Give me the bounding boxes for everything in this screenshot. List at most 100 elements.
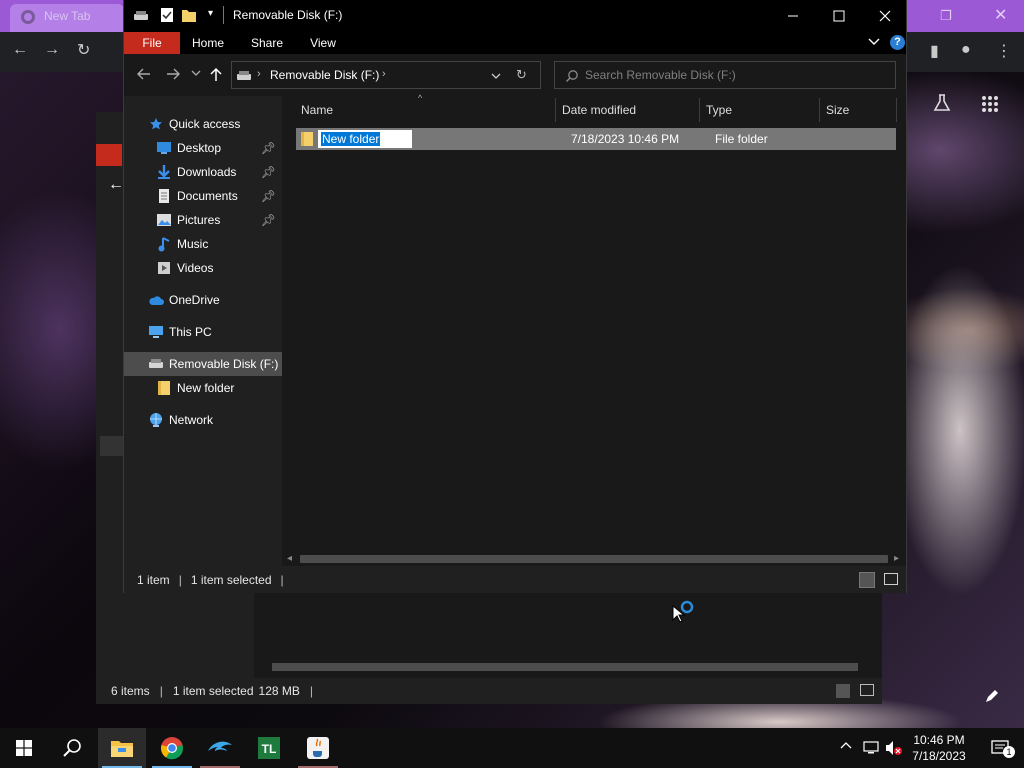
- rename-input[interactable]: New folder: [318, 130, 412, 148]
- pin-icon[interactable]: 📌︎: [261, 141, 276, 155]
- profile-icon[interactable]: ●: [961, 41, 971, 59]
- background-scroll-thumb[interactable]: [272, 663, 858, 671]
- title-bar[interactable]: ▾ Removable Disk (F:): [124, 0, 906, 32]
- search-box[interactable]: [554, 61, 896, 89]
- nav-item-network[interactable]: Network: [124, 408, 282, 432]
- pen-icon[interactable]: [984, 688, 1000, 704]
- folder-icon: [156, 380, 172, 396]
- drive-icon: [133, 10, 149, 22]
- apps-grid-icon[interactable]: [980, 94, 1000, 114]
- network-status-icon[interactable]: [863, 740, 879, 756]
- ribbon-tab-file[interactable]: File: [124, 32, 180, 54]
- horizontal-scrollbar[interactable]: ◂ ▸: [282, 552, 906, 566]
- breadcrumb-separator-icon[interactable]: ›: [257, 68, 261, 80]
- taskbar-chrome[interactable]: [148, 728, 196, 768]
- nav-item-videos[interactable]: Videos: [124, 256, 282, 280]
- properties-quick-icon[interactable]: [160, 7, 174, 23]
- address-bar[interactable]: › Removable Disk (F:) › ↻: [231, 61, 541, 89]
- refresh-icon[interactable]: ↻: [516, 67, 527, 83]
- pin-icon[interactable]: 📌︎: [261, 213, 276, 227]
- large-icons-view-icon[interactable]: [860, 684, 874, 696]
- breadcrumb-chevron-icon[interactable]: ›: [382, 68, 386, 80]
- picture-icon: [156, 212, 172, 228]
- action-center-button[interactable]: 1: [976, 728, 1024, 768]
- customize-quick-access-icon[interactable]: ▾: [208, 8, 213, 19]
- taskbar-dolphin-emulator[interactable]: [196, 728, 244, 768]
- up-button[interactable]: [208, 66, 224, 82]
- recent-locations-button[interactable]: [191, 68, 201, 78]
- nav-label: New folder: [177, 381, 235, 395]
- browser-tab[interactable]: New Tab: [10, 4, 124, 32]
- column-header-date-modified[interactable]: Date modified: [562, 98, 692, 122]
- maximize-button[interactable]: [816, 0, 862, 32]
- new-folder-quick-icon[interactable]: [181, 7, 197, 23]
- taskbar-java[interactable]: [294, 728, 342, 768]
- taskbar-file-explorer[interactable]: [98, 728, 146, 768]
- reload-icon[interactable]: ↻: [77, 40, 90, 60]
- back-button[interactable]: [136, 66, 152, 82]
- ribbon-tab-home[interactable]: Home: [186, 32, 230, 54]
- start-button[interactable]: [0, 728, 48, 768]
- column-divider[interactable]: [699, 98, 700, 122]
- file-date-modified: 7/18/2023 10:46 PM: [571, 132, 680, 146]
- close-icon[interactable]: ✕: [994, 5, 1007, 25]
- search-button[interactable]: [48, 728, 96, 768]
- nav-item-removable-disk[interactable]: Removable Disk (F:): [124, 352, 282, 376]
- address-path[interactable]: Removable Disk (F:): [270, 68, 379, 82]
- nav-item-desktop[interactable]: Desktop 📌︎: [124, 136, 282, 160]
- forward-arrow-icon[interactable]: →: [44, 41, 60, 59]
- large-icons-view-icon[interactable]: [884, 573, 898, 585]
- column-divider[interactable]: [896, 98, 897, 122]
- ribbon-tab-share[interactable]: Share: [244, 32, 290, 54]
- close-button[interactable]: [862, 0, 908, 32]
- ribbon-tab-view[interactable]: View: [302, 32, 344, 54]
- scroll-thumb[interactable]: [300, 555, 888, 563]
- details-view-icon[interactable]: [859, 572, 875, 588]
- status-bar: 1 item | 1 item selected |: [124, 566, 906, 593]
- scroll-right-icon[interactable]: ▸: [894, 553, 899, 564]
- forward-button[interactable]: [165, 66, 181, 82]
- svg-text:TL: TL: [262, 742, 277, 756]
- pin-icon[interactable]: 📌︎: [261, 189, 276, 203]
- column-header-name[interactable]: Name: [301, 98, 551, 122]
- cloud-icon: [148, 292, 164, 308]
- chevron-down-icon: [191, 70, 201, 76]
- nav-item-new-folder[interactable]: New folder: [124, 376, 282, 400]
- show-hidden-icons-button[interactable]: [840, 740, 852, 750]
- nav-item-this-pc[interactable]: This PC: [124, 320, 282, 344]
- nav-label: Pictures: [177, 213, 221, 227]
- column-header-size[interactable]: Size: [826, 98, 896, 122]
- expand-ribbon-icon[interactable]: [868, 36, 880, 46]
- restore-icon[interactable]: ❐: [940, 8, 952, 24]
- background-horizontal-scrollbar[interactable]: [254, 660, 882, 674]
- table-row[interactable]: New folder 7/18/2023 10:46 PM File folde…: [296, 128, 896, 150]
- scroll-left-icon[interactable]: ◂: [287, 553, 292, 564]
- help-icon[interactable]: ?: [890, 35, 905, 50]
- rename-text[interactable]: New folder: [321, 132, 381, 146]
- pin-icon[interactable]: 📌︎: [261, 165, 276, 179]
- chevron-down-icon: [491, 73, 501, 79]
- nav-item-onedrive[interactable]: OneDrive: [124, 288, 282, 312]
- nav-item-downloads[interactable]: Downloads 📌︎: [124, 160, 282, 184]
- ribbon-tabs: File Home Share View ?: [124, 32, 906, 54]
- labs-flask-icon[interactable]: [932, 93, 952, 113]
- nav-label: Music: [177, 237, 209, 251]
- folder-icon: [300, 131, 314, 147]
- details-view-icon[interactable]: [836, 684, 850, 698]
- nav-item-quick-access[interactable]: Quick access: [124, 112, 282, 136]
- nav-item-documents[interactable]: Documents 📌︎: [124, 184, 282, 208]
- search-input[interactable]: [585, 67, 885, 83]
- taskbar-tlauncher[interactable]: TL: [245, 728, 293, 768]
- system-clock[interactable]: 10:46 PM 7/18/2023: [908, 732, 970, 764]
- column-divider[interactable]: [555, 98, 556, 122]
- minimize-button[interactable]: [770, 0, 816, 32]
- address-history-button[interactable]: [491, 71, 501, 81]
- more-menu-icon[interactable]: ⋮: [996, 41, 1012, 61]
- nav-item-music[interactable]: Music: [124, 232, 282, 256]
- sidepanel-icon[interactable]: ▮: [930, 41, 939, 61]
- back-arrow-icon[interactable]: ←: [12, 41, 28, 59]
- column-header-type[interactable]: Type: [706, 98, 816, 122]
- column-divider[interactable]: [819, 98, 820, 122]
- nav-item-pictures[interactable]: Pictures 📌︎: [124, 208, 282, 232]
- volume-muted-icon[interactable]: [885, 740, 903, 756]
